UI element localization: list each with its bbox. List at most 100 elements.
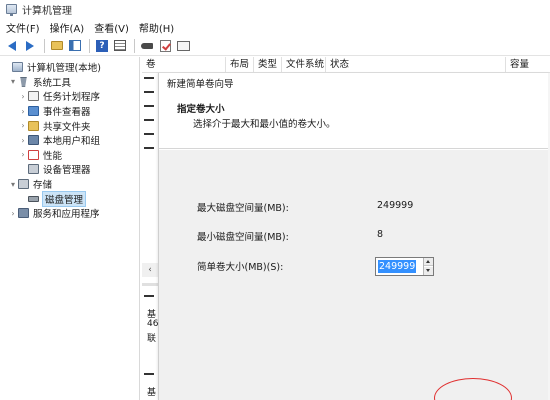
folder-icon[interactable]: [49, 38, 65, 54]
menu-file[interactable]: 文件(F): [6, 20, 40, 35]
stepper-down-icon[interactable]: [424, 267, 433, 275]
column-header-filesystem[interactable]: 文件系统: [282, 57, 326, 72]
volume-list-header: 卷 布局 类型 文件系统 状态 容量: [142, 57, 550, 73]
pane-divider[interactable]: [142, 283, 158, 286]
shared-folder-icon: [28, 120, 39, 131]
menu-action[interactable]: 操作(A): [50, 20, 85, 35]
wizard-header: 指定卷大小 选择介于最大和最小值的卷大小。: [159, 91, 550, 149]
device-manager-icon: [28, 164, 39, 175]
scroll-left-button[interactable]: ‹: [142, 263, 158, 277]
wizard-body: 最大磁盘空间量(MB): 249999 最小磁盘空间量(MB): 8 简单卷大小…: [159, 150, 550, 400]
tree-item-label: 共享文件夹: [43, 121, 91, 133]
menu-view[interactable]: 查看(V): [94, 20, 129, 35]
disk-row-marker: [144, 295, 154, 297]
services-icon: [18, 208, 29, 219]
key-icon[interactable]: [139, 38, 155, 54]
wizard-subtitle: 选择介于最大和最小值的卷大小。: [193, 119, 336, 130]
task-scheduler-icon: [28, 91, 39, 102]
tree-item-performance[interactable]: › 性能: [0, 148, 139, 163]
toolbar-separator: [89, 38, 90, 53]
disk-label-basic-2: 基: [147, 388, 157, 398]
console-icon[interactable]: [175, 38, 191, 54]
tree-item-label: 存储: [33, 180, 53, 192]
toolbar-separator: [44, 38, 45, 53]
volume-row-marker[interactable]: [144, 133, 154, 135]
disk-label-online: 联: [147, 334, 157, 344]
stepper-buttons: [423, 258, 433, 275]
tree-item-label: 磁盘管理: [41, 190, 87, 207]
tree-item-shared-folders[interactable]: › 共享文件夹: [0, 118, 139, 133]
back-arrow-icon[interactable]: [4, 38, 20, 54]
wizard-title: 新建简单卷向导: [167, 79, 234, 90]
tree-item-label: 性能: [43, 150, 63, 162]
volume-size-input[interactable]: [377, 259, 423, 274]
disk-row-marker: [144, 373, 154, 375]
volume-row-marker[interactable]: [144, 119, 154, 121]
toolbar-separator: [134, 38, 135, 53]
wizard-heading: 指定卷大小: [177, 104, 225, 115]
volume-row-marker[interactable]: [144, 77, 154, 79]
computer-management-app-icon: [6, 4, 17, 16]
performance-icon: [28, 149, 39, 160]
column-header-layout[interactable]: 布局: [226, 57, 254, 72]
max-size-label: 最大磁盘空间量(MB):: [197, 203, 289, 214]
system-tools-icon: [20, 76, 27, 87]
tree-item-task-scheduler[interactable]: › 任务计划程序: [0, 89, 139, 104]
tree-item-label: 本地用户和组: [43, 136, 101, 148]
show-pane-icon[interactable]: [67, 38, 83, 54]
tree-item-disk-management[interactable]: 磁盘管理: [0, 190, 139, 207]
tree-item-label: 服务和应用程序: [33, 209, 100, 221]
min-size-value: 8: [377, 229, 384, 240]
computer-management-icon: [12, 62, 23, 73]
tree-item-device-manager[interactable]: 设备管理器: [0, 162, 139, 177]
new-simple-volume-wizard: 新建简单卷向导 指定卷大小 选择介于最大和最小值的卷大小。 最大磁盘空间量(MB…: [158, 73, 550, 400]
local-users-icon: [28, 135, 39, 146]
window-title: 计算机管理: [22, 5, 72, 17]
tree-item-label: 计算机管理(本地): [27, 63, 101, 75]
navigation-tree: 计算机管理(本地) ▾ 系统工具 › 任务计划程序 › 事件查看器 › 共享文件…: [0, 57, 140, 400]
title-bar: 计算机管理: [0, 0, 550, 18]
expand-chevron-icon[interactable]: ›: [8, 209, 18, 218]
check-icon[interactable]: [157, 38, 173, 54]
toolbar: ?: [0, 36, 550, 56]
disk-management-icon: [28, 195, 39, 202]
max-size-value: 249999: [377, 200, 414, 211]
volume-size-label: 简单卷大小(MB)(S):: [197, 262, 284, 273]
menu-bar: 文件(F) 操作(A) 查看(V) 帮助(H): [0, 18, 550, 36]
event-viewer-icon: [28, 106, 39, 117]
tree-item-computer-management[interactable]: 计算机管理(本地): [0, 60, 139, 75]
min-size-label: 最小磁盘空间量(MB):: [197, 232, 289, 243]
volume-size-stepper[interactable]: 249999: [375, 257, 434, 276]
expand-chevron-icon[interactable]: ›: [18, 150, 28, 159]
column-header-volume[interactable]: 卷: [142, 57, 226, 72]
tree-item-label: 任务计划程序: [43, 92, 101, 104]
expand-chevron-icon[interactable]: ›: [18, 92, 28, 101]
column-header-capacity[interactable]: 容量: [506, 57, 550, 72]
disk-label-size: 46: [147, 319, 159, 329]
expand-chevron-icon[interactable]: ›: [18, 107, 28, 116]
tree-item-local-users[interactable]: › 本地用户和组: [0, 133, 139, 148]
tree-item-label: 事件查看器: [43, 107, 91, 119]
stepper-up-icon[interactable]: [424, 258, 433, 266]
storage-icon: [18, 179, 29, 190]
volume-list-strip: ‹ 基 46 联 基: [142, 73, 158, 400]
tree-item-storage[interactable]: ▾ 存储: [0, 177, 139, 192]
collapse-chevron-icon[interactable]: ▾: [8, 77, 18, 86]
volume-row-marker[interactable]: [144, 105, 154, 107]
list-icon[interactable]: [112, 38, 128, 54]
menu-help[interactable]: 帮助(H): [139, 20, 174, 35]
tree-item-label: 设备管理器: [43, 165, 91, 177]
volume-row-marker[interactable]: [144, 147, 154, 149]
expand-chevron-icon[interactable]: ›: [18, 121, 28, 130]
tree-item-event-viewer[interactable]: › 事件查看器: [0, 104, 139, 119]
collapse-chevron-icon[interactable]: ▾: [8, 180, 18, 189]
expand-chevron-icon[interactable]: ›: [18, 136, 28, 145]
help-icon[interactable]: ?: [94, 38, 110, 54]
tree-item-system-tools[interactable]: ▾ 系统工具: [0, 75, 139, 90]
tree-item-services-apps[interactable]: › 服务和应用程序: [0, 206, 139, 221]
forward-arrow-icon[interactable]: [22, 38, 38, 54]
tree-item-label: 系统工具: [33, 77, 72, 89]
column-header-status[interactable]: 状态: [326, 57, 506, 72]
volume-row-marker[interactable]: [144, 91, 154, 93]
column-header-type[interactable]: 类型: [254, 57, 282, 72]
